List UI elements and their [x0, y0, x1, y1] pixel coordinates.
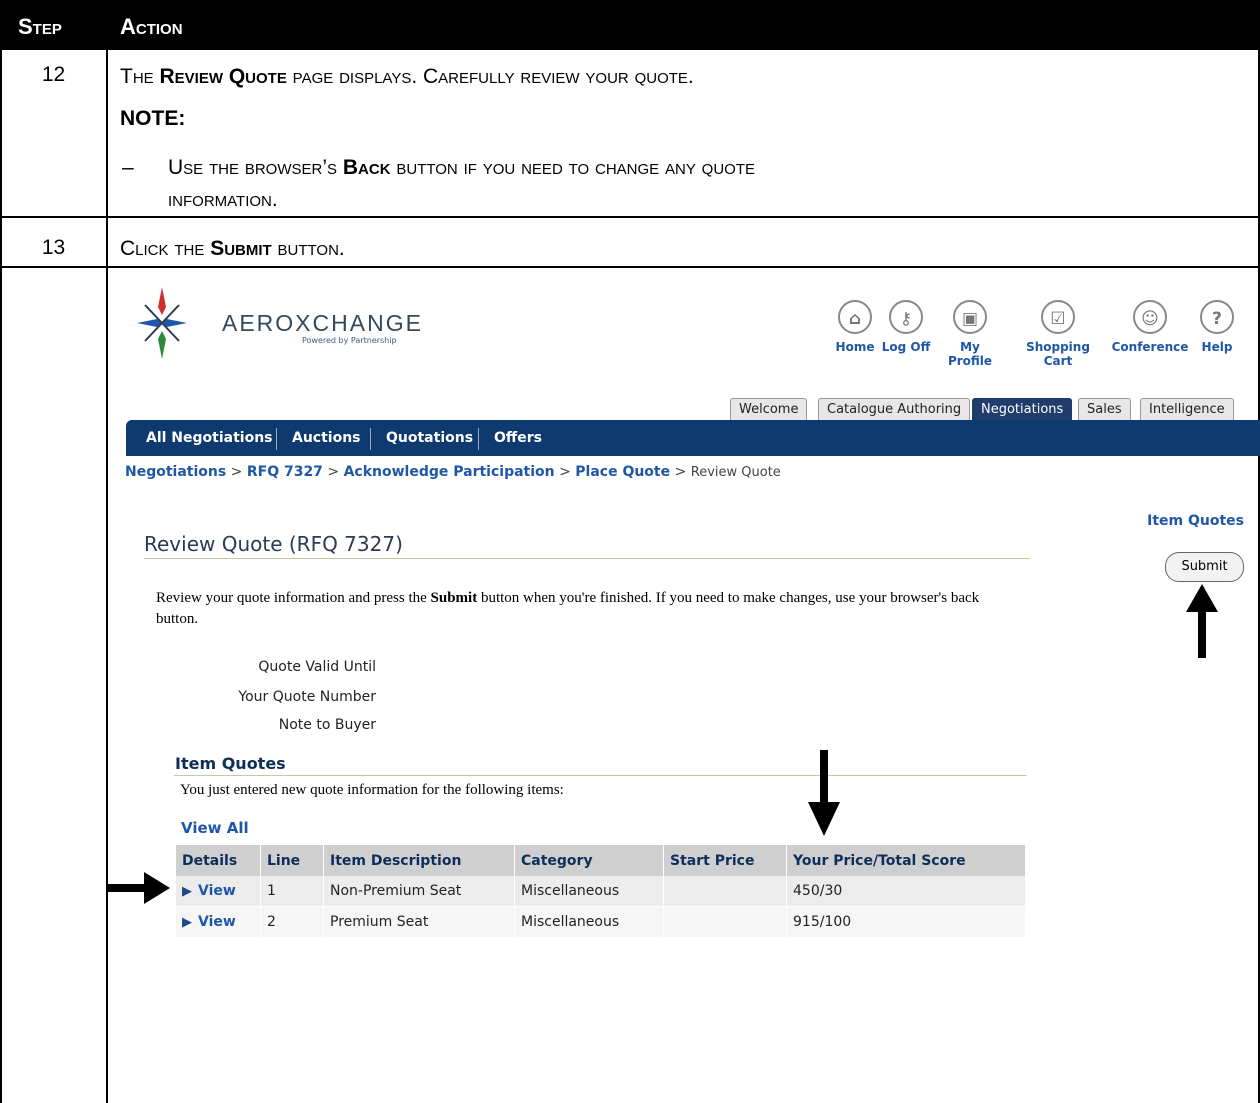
table-header: Step Action [0, 0, 1260, 50]
description-cell: Premium Seat [323, 906, 515, 938]
brand-name: AEROXCHANGE [222, 310, 423, 336]
column-header: Category [514, 845, 664, 876]
breadcrumb: Negotiations > RFQ 7327 > Acknowledge Pa… [125, 464, 781, 480]
table-header-row: Details Line Item Description Category S… [176, 845, 1026, 876]
tab-intelligence[interactable]: Intelligence [1140, 398, 1234, 421]
row-divider [0, 266, 1260, 268]
sub-navigation: All Negotiations Auctions Quotations Off… [126, 420, 1260, 456]
line-cell: 2 [260, 906, 324, 938]
start-price-cell [663, 906, 787, 938]
main-tabs: Welcome Catalogue Authoring Negotiations… [110, 398, 1260, 421]
conference-icon: ☺ [1133, 300, 1167, 334]
column-header: Line [260, 845, 324, 876]
shopping-cart-link[interactable]: ☑ Shopping Cart [1010, 300, 1106, 368]
column-header: Item Description [323, 845, 515, 876]
subnav-all-negotiations[interactable]: All Negotiations [146, 430, 273, 446]
play-icon: ▶ [182, 915, 192, 930]
price-score-cell: 915/100 [786, 906, 1026, 938]
brand-tagline: Powered by Partnership [302, 336, 397, 345]
subnav-auctions[interactable]: Auctions [292, 430, 361, 446]
view-all-link[interactable]: View All [181, 819, 249, 837]
subnav-divider [478, 428, 479, 450]
action-header: Action [120, 14, 183, 39]
details-cell[interactable]: ▶ View [176, 906, 261, 938]
page-title: Review Quote (RFQ 7327) [144, 532, 403, 556]
category-cell: Miscellaneous [514, 906, 664, 938]
left-border [0, 50, 2, 1103]
row-divider [0, 216, 1260, 218]
procedure-document: Step Action 12 The Review Quote page dis… [0, 0, 1260, 1103]
column-header: Your Price/Total Score [786, 845, 1026, 876]
step-13-instruction: Click the Submit button. [120, 237, 345, 260]
note-text: Use the browser’s Back button if you nee… [168, 156, 756, 179]
subnav-divider [370, 428, 371, 450]
subnav-offers[interactable]: Offers [494, 430, 542, 446]
title-divider [144, 558, 1030, 559]
tab-catalogue-authoring[interactable]: Catalogue Authoring [818, 398, 971, 421]
help-link[interactable]: ? Help [1195, 300, 1239, 354]
breadcrumb-acknowledge-participation[interactable]: Acknowledge Participation [344, 464, 555, 480]
item-quotes-link[interactable]: Item Quotes [1147, 513, 1244, 529]
down-arrow-icon [808, 750, 840, 836]
quote-valid-until-label: Quote Valid Until [258, 659, 376, 675]
note-to-buyer-label: Note to Buyer [278, 717, 376, 733]
note-label: NOTE: [120, 107, 186, 130]
start-price-cell [663, 876, 787, 907]
briefcase-icon: ▣ [953, 300, 987, 334]
note-text-continued: information. [168, 188, 278, 211]
subnav-divider [276, 428, 277, 450]
cart-icon: ☑ [1041, 300, 1075, 334]
submit-button[interactable]: Submit [1165, 552, 1244, 582]
column-divider [106, 50, 108, 1103]
help-icon: ? [1200, 300, 1234, 334]
column-header: Start Price [663, 845, 787, 876]
view-link[interactable]: View [198, 914, 236, 930]
aeroxchange-logo [137, 287, 187, 359]
home-link[interactable]: ⌂ Home [830, 300, 880, 354]
item-quotes-table: Details Line Item Description Category S… [176, 845, 1026, 938]
aeroxchange-screenshot: AEROXCHANGE Powered by Partnership ⌂ Hom… [110, 270, 1260, 1103]
key-icon: ⚷ [889, 300, 923, 334]
breadcrumb-place-quote[interactable]: Place Quote [575, 464, 670, 480]
quote-number-label: Your Quote Number [238, 689, 376, 705]
item-quotes-divider [174, 775, 1027, 776]
item-quotes-heading: Item Quotes [175, 754, 286, 773]
column-header: Details [176, 845, 261, 876]
up-arrow-icon [1186, 584, 1218, 658]
line-cell: 1 [260, 876, 324, 907]
breadcrumb-rfq[interactable]: RFQ 7327 [247, 464, 323, 480]
log-off-link[interactable]: ⚷ Log Off [878, 300, 934, 354]
table-row: ▶ View 2 Premium Seat Miscellaneous 915/1… [176, 906, 1026, 938]
item-quotes-text: You just entered new quote information f… [180, 782, 564, 798]
price-score-cell: 450/30 [786, 876, 1026, 907]
my-profile-link[interactable]: ▣ My Profile [936, 300, 1004, 368]
step-number: 12 [41, 63, 66, 86]
breadcrumb-negotiations[interactable]: Negotiations [125, 464, 226, 480]
home-icon: ⌂ [838, 300, 872, 334]
conference-link[interactable]: ☺ Conference [1110, 300, 1190, 354]
description-cell: Non-Premium Seat [323, 876, 515, 907]
step-number: 13 [41, 236, 66, 259]
step-12-instruction: The Review Quote page displays. Carefull… [120, 65, 694, 88]
subnav-quotations[interactable]: Quotations [386, 430, 473, 446]
step-header: Step [18, 14, 62, 39]
tab-welcome[interactable]: Welcome [730, 398, 808, 421]
view-link[interactable]: View [198, 883, 236, 899]
details-cell[interactable]: ▶ View [176, 876, 261, 907]
intro-text: Review your quote information and press … [156, 590, 980, 627]
tab-negotiations[interactable]: Negotiations [972, 398, 1073, 421]
play-icon: ▶ [182, 884, 192, 899]
table-row: ▶ View 1 Non-Premium Seat Miscellaneous 4… [176, 876, 1026, 907]
note-bullet: – [122, 156, 134, 179]
tab-sales[interactable]: Sales [1078, 398, 1131, 421]
breadcrumb-current: Review Quote [690, 465, 781, 480]
category-cell: Miscellaneous [514, 876, 664, 907]
